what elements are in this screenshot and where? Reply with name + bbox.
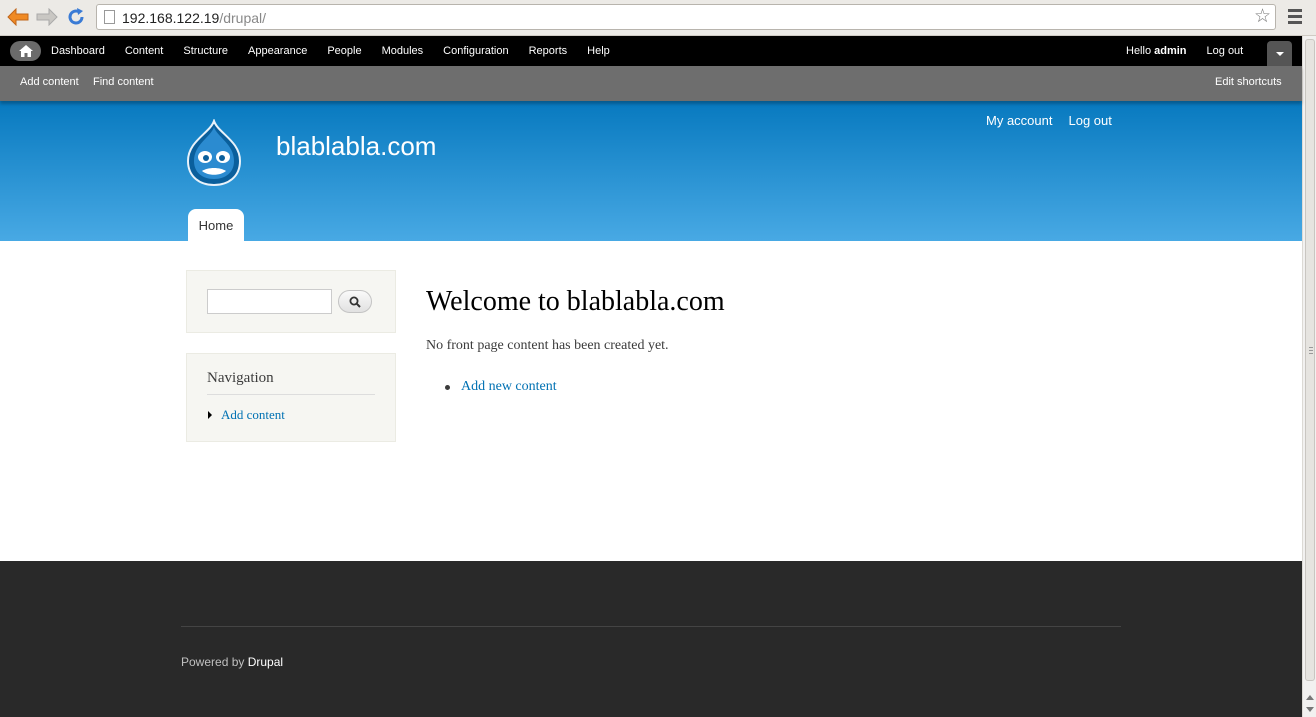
- shortcuts-bar: Add content Find content Edit shortcuts: [0, 66, 1302, 101]
- toolbar-item-structure[interactable]: Structure: [183, 45, 228, 57]
- page-title: Welcome to blablabla.com: [426, 286, 725, 317]
- shortcut-add-content[interactable]: Add content: [20, 76, 79, 88]
- url-path: /drupal/: [219, 10, 267, 26]
- address-bar[interactable]: 192.168.122.19/drupal/ ☆: [96, 4, 1276, 30]
- drupal-link[interactable]: Drupal: [248, 655, 283, 669]
- toolbar-item-reports[interactable]: Reports: [529, 45, 568, 57]
- toolbar-logout-link[interactable]: Log out: [1207, 45, 1244, 57]
- toolbar-home-button[interactable]: [10, 41, 41, 61]
- toolbar-item-people[interactable]: People: [327, 45, 361, 57]
- toolbar-item-content[interactable]: Content: [125, 45, 164, 57]
- secondary-menu: My account Log out: [986, 113, 1128, 128]
- tab-home[interactable]: Home: [188, 209, 244, 241]
- navigation-block: Navigation Add content: [186, 353, 396, 442]
- search-block: [186, 270, 396, 333]
- search-icon: [349, 296, 361, 308]
- logout-link[interactable]: Log out: [1068, 113, 1111, 128]
- bullet-icon: [445, 384, 450, 390]
- nav-item-add-content: Add content: [208, 407, 285, 423]
- search-button[interactable]: [338, 290, 372, 313]
- home-icon: [18, 45, 33, 57]
- list-item: Add new content: [445, 379, 557, 395]
- scroll-down-arrow-icon[interactable]: [1306, 707, 1314, 712]
- chevron-down-icon: [1275, 51, 1284, 56]
- browser-toolbar: 192.168.122.19/drupal/ ☆: [0, 0, 1316, 36]
- search-input[interactable]: [207, 289, 332, 314]
- nav-add-content-link[interactable]: Add content: [221, 407, 285, 423]
- drupal-logo[interactable]: [184, 119, 244, 187]
- browser-menu-icon[interactable]: [1288, 9, 1302, 25]
- forward-arrow-icon: [36, 8, 58, 26]
- edit-shortcuts-link[interactable]: Edit shortcuts: [1215, 76, 1282, 88]
- reload-button[interactable]: [64, 6, 88, 28]
- toolbar-menu: Dashboard Content Structure Appearance P…: [51, 36, 630, 66]
- footer-divider: [181, 626, 1121, 627]
- toolbar-item-configuration[interactable]: Configuration: [443, 45, 508, 57]
- page-icon: [104, 10, 115, 24]
- shortcut-find-content[interactable]: Find content: [93, 76, 154, 88]
- site-footer: Powered by Drupal: [0, 561, 1302, 717]
- my-account-link[interactable]: My account: [986, 113, 1052, 128]
- scrollbar-grip: [1309, 347, 1313, 356]
- back-arrow-icon: [7, 8, 29, 26]
- reload-icon: [68, 8, 84, 25]
- triangle-right-icon: [208, 411, 212, 419]
- add-new-content-link[interactable]: Add new content: [461, 379, 557, 395]
- intro-text: No front page content has been created y…: [426, 338, 669, 353]
- page-scrollbar[interactable]: [1302, 36, 1316, 717]
- toolbar-item-dashboard[interactable]: Dashboard: [51, 45, 105, 57]
- powered-by-label: Powered by: [181, 655, 248, 669]
- hello-text: Hello: [1126, 45, 1155, 57]
- site-name[interactable]: blablabla.com: [276, 131, 436, 162]
- site-header: blablabla.com My account Log out Home: [0, 101, 1302, 241]
- username[interactable]: admin: [1154, 45, 1186, 57]
- forward-button[interactable]: [35, 6, 59, 28]
- bookmark-star-icon[interactable]: ☆: [1254, 7, 1271, 27]
- admin-toolbar: Dashboard Content Structure Appearance P…: [0, 36, 1302, 66]
- back-button[interactable]: [6, 6, 30, 28]
- toolbar-user: Hello admin Log out: [1126, 36, 1243, 66]
- toolbar-drawer-toggle[interactable]: [1267, 41, 1292, 66]
- user-greeting: Hello admin: [1126, 45, 1187, 57]
- scroll-up-arrow-icon[interactable]: [1306, 695, 1314, 700]
- url-text: 192.168.122.19/drupal/: [122, 10, 266, 26]
- navigation-title: Navigation: [207, 370, 375, 395]
- url-host: 192.168.122.19: [122, 10, 220, 26]
- toolbar-item-help[interactable]: Help: [587, 45, 610, 57]
- powered-by-text: Powered by Drupal: [181, 655, 283, 669]
- toolbar-item-appearance[interactable]: Appearance: [248, 45, 307, 57]
- scrollbar-thumb[interactable]: [1305, 39, 1315, 681]
- toolbar-item-modules[interactable]: Modules: [382, 45, 424, 57]
